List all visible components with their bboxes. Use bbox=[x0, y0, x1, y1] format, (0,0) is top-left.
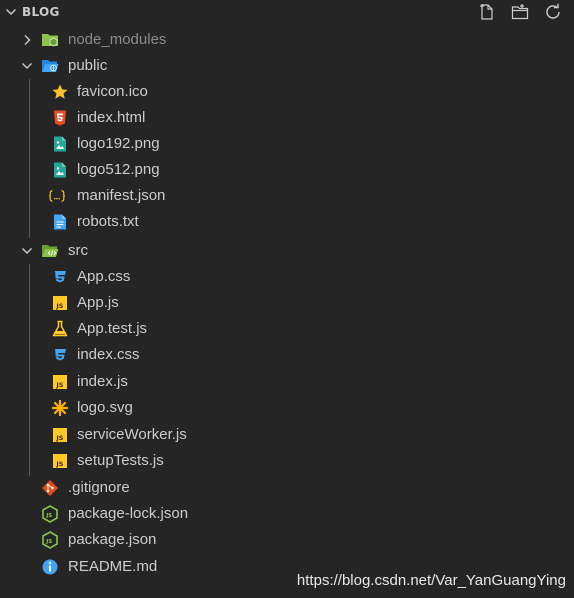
file-label: serviceWorker.js bbox=[77, 426, 187, 443]
src-folder-open-icon bbox=[42, 245, 59, 257]
file-label: logo512.png bbox=[77, 161, 160, 178]
image-file-icon bbox=[54, 136, 66, 152]
svg-text:JS: JS bbox=[55, 381, 63, 389]
file-label: index.js bbox=[77, 373, 128, 390]
refresh-icon[interactable] bbox=[544, 3, 562, 21]
node-folder-icon bbox=[42, 34, 58, 47]
chevron-down-icon[interactable] bbox=[5, 6, 17, 18]
file-logo-svg[interactable]: logo.svg bbox=[0, 395, 574, 421]
folder-node-modules[interactable]: node_modules bbox=[0, 27, 574, 53]
file-package-json[interactable]: JS package.json bbox=[0, 527, 574, 553]
nodejs-icon: JS bbox=[42, 505, 58, 523]
file-setup-tests-js[interactable]: JS setupTests.js bbox=[0, 448, 574, 474]
file-label: robots.txt bbox=[77, 213, 139, 230]
folder-label: public bbox=[68, 57, 108, 74]
file-label: index.html bbox=[77, 109, 146, 126]
info-icon bbox=[42, 559, 58, 575]
file-label: package-lock.json bbox=[68, 505, 189, 522]
new-file-icon[interactable] bbox=[478, 3, 496, 21]
file-label: package.json bbox=[68, 531, 157, 548]
file-label: App.js bbox=[77, 294, 119, 311]
file-index-js[interactable]: JS index.js bbox=[0, 369, 574, 395]
svg-text:JS: JS bbox=[55, 434, 63, 442]
json-braces-icon bbox=[49, 190, 65, 202]
file-label: setupTests.js bbox=[77, 452, 164, 469]
svg-asterisk-icon bbox=[51, 399, 69, 417]
file-gitignore[interactable]: .gitignore bbox=[0, 475, 574, 501]
flask-test-icon bbox=[52, 320, 68, 337]
svg-text:JS: JS bbox=[45, 513, 52, 519]
file-label: favicon.ico bbox=[77, 83, 148, 100]
folder-label: node_modules bbox=[68, 31, 167, 48]
chevron-down-icon[interactable] bbox=[21, 60, 33, 72]
javascript-icon: JS bbox=[53, 454, 67, 468]
file-robots-txt[interactable]: robots.txt bbox=[0, 209, 574, 235]
html5-icon bbox=[54, 110, 66, 126]
file-logo192[interactable]: logo192.png bbox=[0, 131, 574, 157]
explorer-header[interactable]: BLOG bbox=[0, 0, 574, 25]
svg-text:JS: JS bbox=[45, 539, 52, 545]
file-manifest-json[interactable]: manifest.json bbox=[0, 183, 574, 209]
file-logo512[interactable]: logo512.png bbox=[0, 157, 574, 183]
file-app-js[interactable]: JS App.js bbox=[0, 290, 574, 316]
file-index-css[interactable]: index.css bbox=[0, 342, 574, 368]
file-app-css[interactable]: App.css bbox=[0, 264, 574, 290]
file-app-test-js[interactable]: App.test.js bbox=[0, 316, 574, 342]
svg-text:JS: JS bbox=[55, 460, 63, 468]
css3-icon bbox=[55, 349, 66, 361]
file-favicon[interactable]: favicon.ico bbox=[0, 79, 574, 105]
javascript-icon: JS bbox=[53, 375, 67, 389]
explorer-title: BLOG bbox=[22, 5, 60, 19]
git-icon bbox=[42, 480, 58, 496]
public-folder-open-icon bbox=[42, 60, 59, 72]
file-label: logo.svg bbox=[77, 399, 133, 416]
file-package-lock-json[interactable]: JS package-lock.json bbox=[0, 501, 574, 527]
file-service-worker-js[interactable]: JS serviceWorker.js bbox=[0, 422, 574, 448]
star-icon bbox=[52, 84, 68, 99]
javascript-icon: JS bbox=[53, 296, 67, 310]
file-label: App.test.js bbox=[77, 320, 148, 337]
file-label: index.css bbox=[77, 346, 140, 363]
image-file-icon bbox=[54, 162, 66, 178]
folder-label: src bbox=[68, 242, 88, 259]
chevron-down-icon[interactable] bbox=[21, 245, 33, 257]
css3-icon bbox=[55, 271, 66, 283]
file-label: App.css bbox=[77, 268, 131, 285]
file-index-html[interactable]: index.html bbox=[0, 105, 574, 131]
file-label: .gitignore bbox=[68, 479, 130, 496]
file-label: manifest.json bbox=[77, 187, 166, 204]
folder-src[interactable]: src bbox=[0, 238, 574, 264]
new-folder-icon[interactable] bbox=[511, 3, 529, 21]
svg-text:JS: JS bbox=[55, 302, 63, 310]
folder-public[interactable]: public bbox=[0, 53, 574, 79]
file-label: logo192.png bbox=[77, 135, 160, 152]
text-file-icon bbox=[54, 214, 66, 230]
file-explorer: BLOG node_modules public favicon.ico ind… bbox=[0, 0, 574, 598]
nodejs-icon: JS bbox=[42, 531, 58, 549]
file-label: README.md bbox=[68, 558, 158, 575]
javascript-icon: JS bbox=[53, 428, 67, 442]
watermark-url: https://blog.csdn.net/Var_YanGuangYing bbox=[296, 572, 566, 589]
chevron-right-icon[interactable] bbox=[21, 34, 33, 46]
